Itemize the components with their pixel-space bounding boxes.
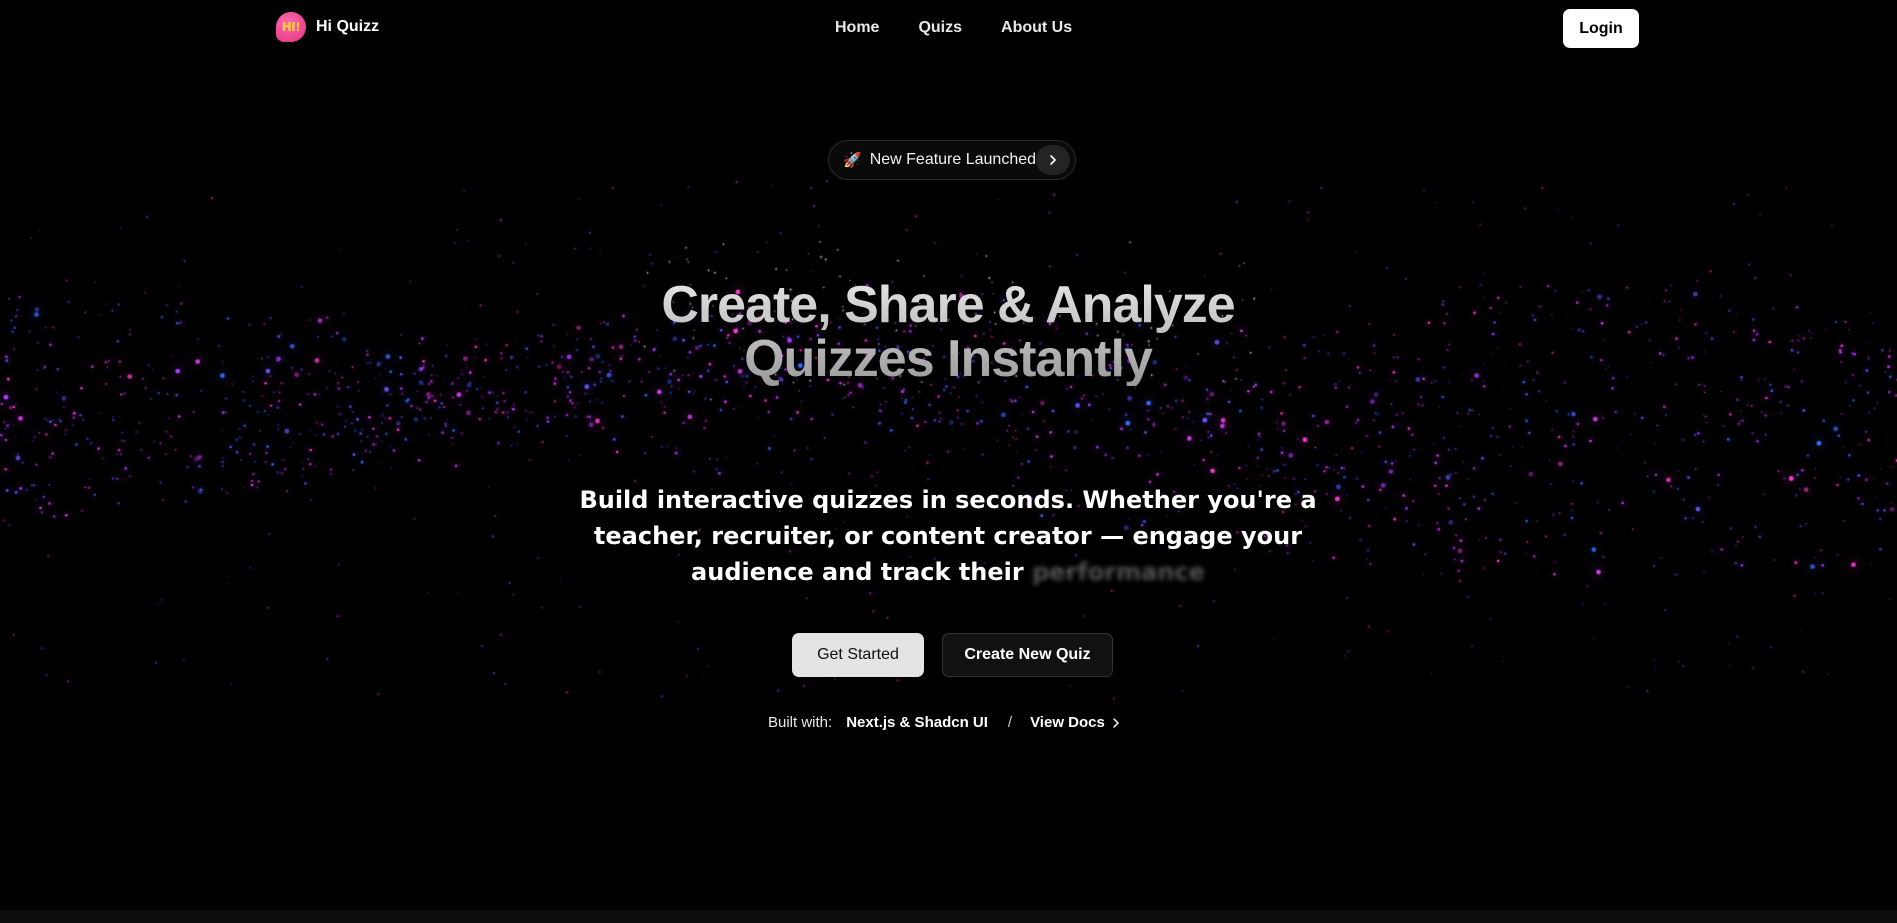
get-started-button[interactable]: Get Started	[792, 633, 924, 677]
hero-title: Create, Share & Analyze Quizzes Instantl…	[548, 278, 1348, 386]
chevron-right-icon	[1113, 717, 1119, 728]
logo-icon: HI!	[276, 12, 306, 42]
login-button[interactable]: Login	[1563, 9, 1639, 48]
chevron-right-icon[interactable]	[1036, 145, 1070, 175]
built-with-row: Built with: Next.js & Shadcn UI / View D…	[768, 714, 1121, 731]
hero-title-line-1: Create, Share & Analyze	[661, 276, 1235, 334]
page: HI! Hi Quizz Home Quizs About Us Login 🚀…	[0, 0, 1897, 923]
hero-title-line-2: Quizzes Instantly	[744, 330, 1152, 388]
brand-link[interactable]: HI! Hi Quizz	[276, 12, 379, 42]
brand-name: Hi Quizz	[316, 18, 380, 35]
view-docs-link[interactable]: View Docs	[1030, 714, 1121, 731]
built-with-label: Built with:	[768, 714, 833, 731]
nav-link-about-us[interactable]: About Us	[1001, 19, 1072, 37]
cta-row: Get Started Create New Quiz	[792, 633, 1113, 677]
nav-links: Home Quizs About Us	[835, 19, 1111, 37]
bottom-strip	[0, 910, 1897, 923]
nav-link-quizs[interactable]: Quizs	[918, 19, 962, 37]
particle-background	[0, 0, 1897, 923]
hero-subtitle: Build interactive quizzes in seconds. Wh…	[530, 482, 1366, 590]
hero-subtitle-animated-word: performance	[1032, 558, 1205, 586]
create-new-quiz-button[interactable]: Create New Quiz	[942, 633, 1113, 677]
hero-subtitle-text: Build interactive quizzes in seconds. Wh…	[579, 486, 1317, 586]
nav-link-home[interactable]: Home	[835, 19, 879, 37]
announcement-pill[interactable]: 🚀 New Feature Launched	[828, 140, 1076, 180]
announcement-text: New Feature Launched	[869, 151, 1037, 168]
built-with-tech: Next.js & Shadcn UI	[846, 714, 988, 731]
built-with-separator: /	[1007, 714, 1013, 731]
top-nav: HI! Hi Quizz Home Quizs About Us Login	[0, 0, 1897, 58]
rocket-icon: 🚀	[843, 151, 862, 169]
view-docs-label: View Docs	[1030, 714, 1105, 731]
